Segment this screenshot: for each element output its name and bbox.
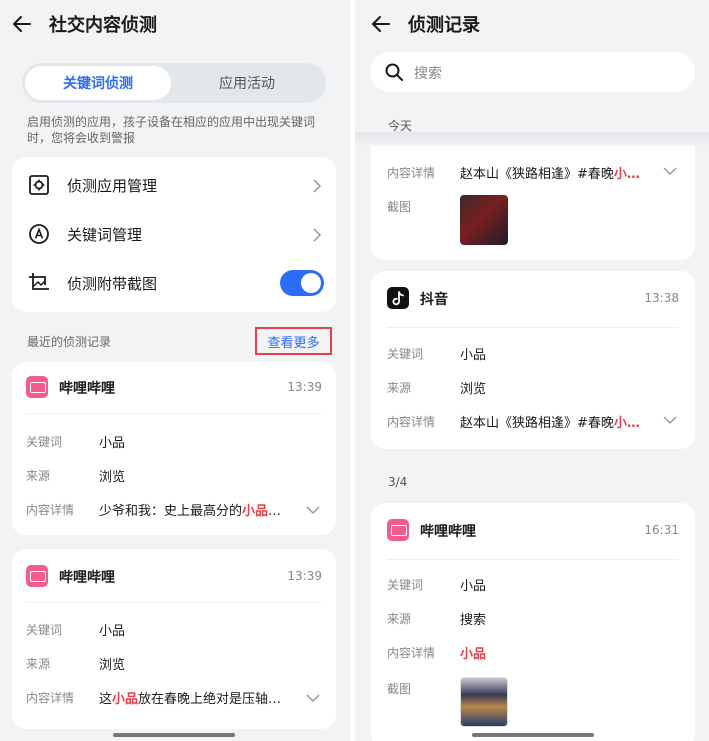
setting-row-screenshot: 侦测附带截图 xyxy=(12,259,336,309)
view-more-link[interactable]: 查看更多 xyxy=(267,332,319,351)
keyword-label: 关键词 xyxy=(387,578,424,592)
mode-segmented-control: 关键词侦测 应用活动 xyxy=(22,63,326,103)
screenshot-icon xyxy=(29,273,49,290)
record-time: 13:38 xyxy=(644,291,679,305)
record-card[interactable]: 哔哩哔哩 16:31 关键词 小品 来源 搜索 内容详情 小品 截图 xyxy=(371,503,695,741)
card-divider xyxy=(387,559,679,560)
detail-value: 赵本山《狭路相逢》#春晚小… xyxy=(460,167,640,182)
keyword-value: 小品 xyxy=(99,624,126,639)
recent-records-label: 最近的侦测记录 xyxy=(27,335,112,349)
record-card[interactable]: 哔哩哔哩 13:39 关键词 小品 来源 浏览 内容详情 少爷和我：史上最高分的… xyxy=(12,362,336,535)
view-more-highlight: 查看更多 xyxy=(255,327,332,355)
toggle-knob xyxy=(301,273,321,293)
detail-label: 内容详情 xyxy=(26,503,75,517)
detail-label: 内容详情 xyxy=(387,646,436,660)
source-value: 搜索 xyxy=(460,613,487,628)
card-divider xyxy=(26,413,322,414)
detail-label: 内容详情 xyxy=(26,691,75,705)
setting-row-keyword-manage[interactable]: 关键词管理 xyxy=(12,210,336,260)
home-indicator xyxy=(472,733,594,737)
source-label: 来源 xyxy=(387,612,412,626)
search-icon xyxy=(385,63,403,81)
expand-chevron-icon[interactable] xyxy=(306,505,320,515)
card-divider xyxy=(387,327,679,328)
tab-keyword-detection[interactable]: 关键词侦测 xyxy=(25,66,171,100)
screenshot-thumbnail[interactable] xyxy=(460,677,508,727)
app-name: 哔哩哔哩 xyxy=(420,524,476,540)
source-value: 浏览 xyxy=(460,382,487,397)
record-card[interactable]: 内容详情 赵本山《狭路相逢》#春晚小… 截图 xyxy=(371,132,695,260)
keyword-label: 关键词 xyxy=(387,347,424,361)
detail-value: 赵本山《狭路相逢》#春晚小… xyxy=(460,416,640,431)
keyword-icon xyxy=(29,224,49,244)
tab-app-activity[interactable]: 应用活动 xyxy=(172,66,322,100)
record-card[interactable]: 抖音 13:38 关键词 小品 来源 浏览 内容详情 赵本山《狭路相逢》#春晚小… xyxy=(371,271,695,449)
chevron-right-icon xyxy=(313,179,322,193)
detail-label: 内容详情 xyxy=(387,415,436,429)
list-top-shadow xyxy=(355,132,709,146)
keyword-value: 小品 xyxy=(460,579,487,594)
screenshot-label: 截图 xyxy=(387,682,412,696)
keyword-value: 小品 xyxy=(99,436,126,451)
setting-label: 侦测附带截图 xyxy=(67,275,158,293)
bilibili-app-icon xyxy=(26,376,48,398)
screenshot-toggle[interactable] xyxy=(280,270,324,296)
source-label: 来源 xyxy=(387,381,412,395)
group-label-date: 3/4 xyxy=(388,475,408,489)
home-indicator xyxy=(113,733,235,737)
douyin-app-icon xyxy=(387,287,409,309)
source-label: 来源 xyxy=(26,657,51,671)
hint-text: 启用侦测的应用，孩子设备在相应的应用中出现关键词时，您将会收到警报 xyxy=(27,115,316,145)
search-bar[interactable]: 搜索 xyxy=(370,52,695,92)
page-title: 社交内容侦测 xyxy=(49,15,157,36)
app-manage-icon xyxy=(29,175,49,195)
bilibili-app-icon xyxy=(387,519,409,541)
back-arrow-icon[interactable] xyxy=(10,12,34,36)
back-arrow-icon[interactable] xyxy=(369,12,393,36)
keyword-value: 小品 xyxy=(460,348,487,363)
source-value: 浏览 xyxy=(99,658,126,673)
detail-value: 少爷和我：史上最高分的小品… xyxy=(99,504,282,519)
chevron-right-icon xyxy=(313,228,322,242)
keyword-label: 关键词 xyxy=(26,435,63,449)
record-time: 13:39 xyxy=(287,569,322,583)
expand-chevron-icon[interactable] xyxy=(663,166,677,176)
expand-chevron-icon[interactable] xyxy=(306,693,320,703)
record-time: 13:39 xyxy=(287,380,322,394)
setting-label: 关键词管理 xyxy=(67,226,143,244)
settings-card: 侦测应用管理 关键词管理 侦测附带截图 xyxy=(12,157,336,312)
page-title: 侦测记录 xyxy=(408,15,480,36)
screenshot-label: 截图 xyxy=(387,200,412,214)
record-time: 16:31 xyxy=(644,523,679,537)
card-divider xyxy=(26,602,322,603)
screenshot-thumbnail[interactable] xyxy=(460,195,508,245)
app-name: 哔哩哔哩 xyxy=(59,381,115,397)
keyword-label: 关键词 xyxy=(26,623,63,637)
record-card[interactable]: 哔哩哔哩 13:39 关键词 小品 来源 浏览 内容详情 这小品放在春晚上绝对是… xyxy=(12,549,336,729)
app-name: 哔哩哔哩 xyxy=(59,570,115,586)
detail-value: 小品 xyxy=(460,647,487,662)
source-label: 来源 xyxy=(26,469,51,483)
source-value: 浏览 xyxy=(99,470,126,485)
setting-row-app-manage[interactable]: 侦测应用管理 xyxy=(12,161,336,211)
setting-label: 侦测应用管理 xyxy=(67,177,158,195)
music-note-icon xyxy=(392,291,404,306)
expand-chevron-icon[interactable] xyxy=(663,415,677,425)
bilibili-app-icon xyxy=(26,565,48,587)
detail-value: 这小品放在春晚上绝对是压轴… xyxy=(99,692,282,707)
detection-records-screen: 侦测记录 搜索 今天 内容详情 赵本山《狭路相逢》#春晚小… 截图 抖音 13:… xyxy=(355,0,709,741)
detail-label: 内容详情 xyxy=(387,166,436,180)
app-name: 抖音 xyxy=(420,292,448,308)
header: 侦测记录 xyxy=(355,0,709,48)
search-input[interactable]: 搜索 xyxy=(414,63,442,83)
header: 社交内容侦测 xyxy=(0,0,350,48)
social-content-detection-screen: 社交内容侦测 关键词侦测 应用活动 启用侦测的应用，孩子设备在相应的应用中出现关… xyxy=(0,0,350,741)
